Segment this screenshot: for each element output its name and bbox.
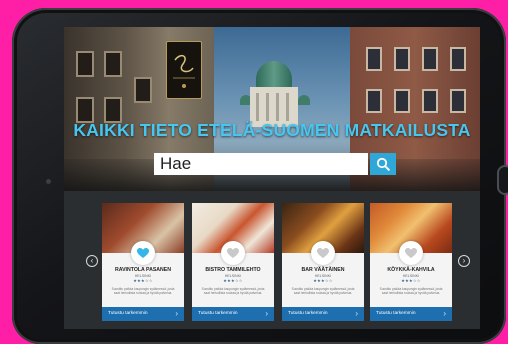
restaurant-card[interactable]: BISTRO TAMMILEHTO HELSINKI ★★★☆☆ Suositt… xyxy=(192,203,274,321)
favorite-button[interactable] xyxy=(399,241,423,265)
card-cta-label: Tutustu tarkemmin xyxy=(198,311,238,316)
card-rating: ★★★☆☆ xyxy=(223,278,243,283)
card-title: KÖYKKÄ-KAHVILA xyxy=(387,267,435,273)
favorite-button[interactable] xyxy=(221,241,245,265)
chevron-right-icon: › xyxy=(443,309,446,318)
camera-icon xyxy=(46,179,51,184)
card-cta-button[interactable]: Tutustu tarkemmin › xyxy=(370,307,452,321)
card-description: Suosittu paikka kaupungin sydämessä, jos… xyxy=(291,287,355,296)
search-icon xyxy=(376,157,390,171)
chevron-left-icon: ‹ xyxy=(90,256,94,265)
card-rating: ★★★☆☆ xyxy=(313,278,333,283)
chevron-right-icon: › xyxy=(355,309,358,318)
restaurant-card[interactable]: RAVINTOLA PASANEN HELSINKI ★★★☆☆ Suositt… xyxy=(102,203,184,321)
card-cta-label: Tutustu tarkemmin xyxy=(376,311,416,316)
chevron-right-icon: › xyxy=(462,256,466,265)
chevron-right-icon: › xyxy=(265,309,268,318)
heart-icon xyxy=(405,247,417,258)
carousel-prev-button[interactable]: ‹ xyxy=(86,255,98,267)
app-screen: KAIKKI TIETO ETELÄ-SUOMEN MATKAILUSTA Ha… xyxy=(64,27,480,329)
home-button[interactable] xyxy=(497,165,508,195)
card-title: BAR VÄÄTÄINEN xyxy=(301,267,345,273)
card-title: RAVINTOLA PASANEN xyxy=(114,267,171,273)
card-title: BISTRO TAMMILEHTO xyxy=(205,267,261,273)
cathedral-image xyxy=(240,55,310,165)
restaurant-sign-logo xyxy=(166,41,202,99)
carousel-next-button[interactable]: › xyxy=(458,255,470,267)
heart-icon xyxy=(317,247,329,258)
favorite-button[interactable] xyxy=(311,241,335,265)
card-description: Suosittu paikka kaupungin sydämessä, jos… xyxy=(379,287,443,296)
restaurant-card[interactable]: KÖYKKÄ-KAHVILA HELSINKI ★★★☆☆ Suosittu p… xyxy=(370,203,452,321)
card-cta-label: Tutustu tarkemmin xyxy=(288,311,328,316)
card-cta-label: Tutustu tarkemmin xyxy=(108,311,148,316)
card-description: Suosittu paikka kaupungin sydämessä, jos… xyxy=(111,287,175,296)
heart-icon xyxy=(137,247,149,258)
restaurant-card[interactable]: BAR VÄÄTÄINEN HELSINKI ★★★☆☆ Suosittu pa… xyxy=(282,203,364,321)
favorite-button[interactable] xyxy=(131,241,155,265)
search-input[interactable]: Hae xyxy=(154,153,368,175)
card-cta-button[interactable]: Tutustu tarkemmin › xyxy=(282,307,364,321)
card-rating: ★★★☆☆ xyxy=(133,278,153,283)
card-cta-button[interactable]: Tutustu tarkemmin › xyxy=(192,307,274,321)
card-description: Suosittu paikka kaupungin sydämessä, jos… xyxy=(201,287,265,296)
card-rating: ★★★☆☆ xyxy=(401,278,421,283)
chevron-right-icon: › xyxy=(175,309,178,318)
heart-icon xyxy=(227,247,239,258)
search-button[interactable] xyxy=(370,153,396,175)
hero-headline: KAIKKI TIETO ETELÄ-SUOMEN MATKAILUSTA xyxy=(73,120,471,140)
card-cta-button[interactable]: Tutustu tarkemmin › xyxy=(102,307,184,321)
hero-banner: KAIKKI TIETO ETELÄ-SUOMEN MATKAILUSTA Ha… xyxy=(64,27,480,191)
